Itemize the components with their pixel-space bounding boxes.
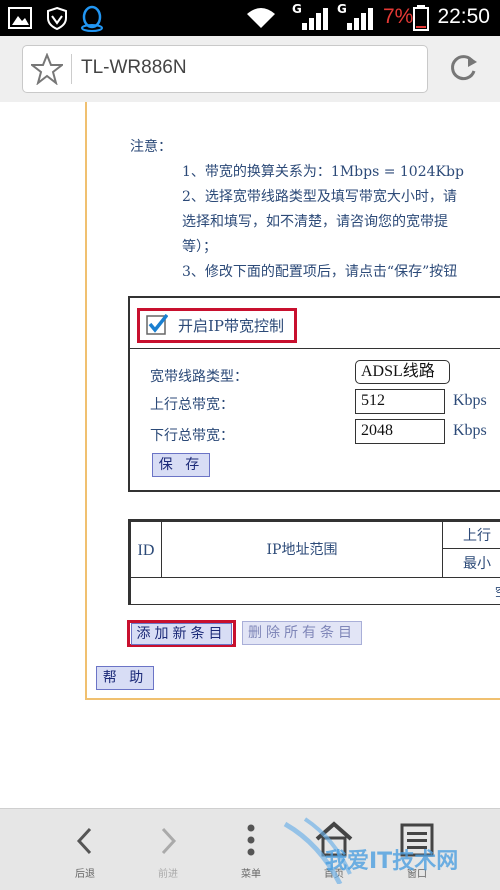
battery-percent: 7% [383,5,414,28]
enable-bandwidth-control-label[interactable]: 开启IP带宽控制 [178,315,284,336]
divider [71,54,72,84]
menu-dots-icon [247,824,255,856]
note-line: 1、带宽的换算关系为：1Mbps = 1024Kbp [182,164,464,180]
signal-icon [302,8,328,30]
line-type-select[interactable]: ADSL线路 [355,360,450,384]
note-line: 2、选择宽带线路类型及填写带宽大小时，请 [182,189,457,205]
browser-toolbar: TL-WR886N [0,36,500,103]
help-button[interactable]: 帮 助 [96,666,154,690]
table-header-ip-range: IP地址范围 [161,521,443,578]
status-bar: G G 7% 22:50 [0,0,500,36]
download-label: 下行总带宽： [150,428,234,444]
line-type-label: 宽带线路类型： [150,369,248,385]
chevron-left-icon [76,827,92,855]
signal-icon [347,8,373,30]
notes-heading: 注意： [130,139,172,155]
battery-icon [413,5,429,31]
gallery-icon [8,7,32,29]
clock: 22:50 [437,5,490,28]
bandwidth-panel: 开启IP带宽控制 宽带线路类型： ADSL线路 上行总带宽： 512 Kbps … [128,296,500,492]
refresh-icon[interactable] [448,53,478,83]
note-line: 选择和填写，如不清楚，请咨询您的宽带提 [182,214,448,230]
star-icon[interactable] [31,53,63,85]
divider [130,348,500,349]
rules-table: ID IP地址范围 上行 最小 空 [128,519,500,605]
url-text[interactable]: TL-WR886N [81,57,187,79]
note-line: 等）； [182,239,217,255]
table-header-upload-min: 最小 [442,548,500,578]
download-input[interactable]: 2048 [355,419,445,444]
download-unit: Kbps [453,422,487,439]
table-empty-row: 空 [130,577,500,605]
checkbox-checked-icon[interactable] [146,314,168,336]
address-bar[interactable]: TL-WR886N [22,45,428,93]
bottom-navigation: 后退 前进 菜单 首页 窗口 我爱IT技术网 [0,808,500,890]
upload-unit: Kbps [453,392,487,409]
content-frame: 注意： 1、带宽的换算关系为：1Mbps = 1024Kbp 2、选择宽带线路类… [85,102,500,700]
wifi-icon [247,8,275,28]
chevron-right-icon [161,827,177,855]
shield-icon [47,6,67,30]
save-button[interactable]: 保 存 [152,453,210,477]
table-header-id: ID [130,521,162,578]
upload-label: 上行总带宽： [150,397,234,413]
note-line: 3、修改下面的配置项后，请点击“保存”按钮 [182,264,458,280]
qq-penguin-icon [81,5,103,32]
router-page: 注意： 1、带宽的换算关系为：1Mbps = 1024Kbp 2、选择宽带线路类… [0,102,500,808]
add-entry-button[interactable]: 添加新条目 [131,623,232,645]
table-header-upload: 上行 [442,521,500,549]
upload-input[interactable]: 512 [355,389,445,414]
watermark-text: 我爱IT技术网 [325,849,459,874]
delete-all-button[interactable]: 删除所有条目 [242,621,362,645]
